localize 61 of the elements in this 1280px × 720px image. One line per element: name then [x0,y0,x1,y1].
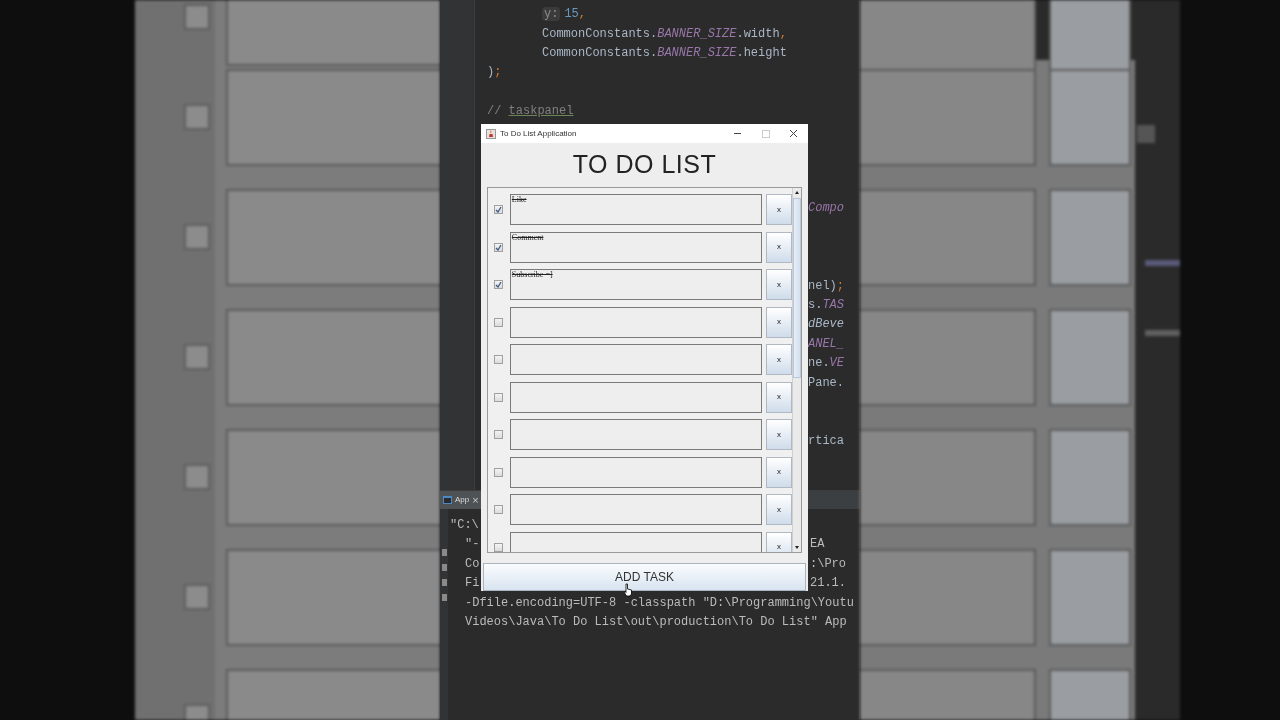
code-line: CommonConstants.BANNER_SIZE.width, [542,26,787,41]
delete-task-button[interactable]: x [766,494,792,525]
console-line: :\Pro [810,556,846,571]
console-line: Co [465,556,480,571]
delete-task-button[interactable]: x [766,231,792,263]
task-field[interactable]: Subscribe =] [509,269,763,300]
delete-task-button[interactable]: x [766,381,792,413]
delete-task-button[interactable]: x [766,306,792,338]
task-checkbox[interactable] [494,392,504,402]
console-line: 21.1. [810,576,846,591]
task-field[interactable]: Comment [509,231,763,263]
window-title: To Do List Application [500,127,577,140]
code-line: s.TAS [808,298,844,313]
code-line: dBeve [808,317,844,332]
code-line: nel); [808,278,844,293]
code-line: y: 15, [542,7,586,22]
console-line: Fi [465,576,480,591]
delete-task-button[interactable]: x [766,194,792,225]
code-line: Compo [808,201,844,216]
code-line: ANEL_ [808,336,844,351]
task-field[interactable] [509,494,763,525]
task-field[interactable] [509,419,763,450]
task-checkbox[interactable] [494,505,504,514]
console-line: -Dfile.encoding=UTF-8 -classpath "D:\Programming\Youtu [465,595,854,610]
task-checkbox[interactable] [494,430,504,439]
run-tab[interactable]: App × [440,491,482,509]
code-line: Pane. [808,375,844,390]
delete-task-button[interactable]: x [766,344,792,375]
code-line: ); [487,65,502,80]
console-line: EA [810,537,825,552]
task-field[interactable]: Like [509,194,763,225]
console-line: "- [465,537,480,552]
task-field[interactable] [509,306,763,338]
console-icon [443,496,452,504]
console-line: Videos\Java\To Do List\out\production\To Do List" App [465,614,847,629]
code-line: // taskpanel [487,104,574,119]
delete-task-button[interactable]: x [766,456,792,488]
java-cup-icon [486,128,496,139]
tab-close-icon[interactable]: × [472,494,479,506]
task-checkbox[interactable] [494,317,504,327]
app-heading: TO DO LIST [572,149,717,181]
delete-task-button[interactable]: x [766,419,792,450]
task-checkbox[interactable] [494,467,504,477]
task-checkbox[interactable] [494,280,504,289]
task-checkbox[interactable] [494,205,504,214]
task-checkbox[interactable] [494,242,504,252]
task-checkbox[interactable] [494,542,504,552]
scroll-thumb[interactable] [793,198,801,378]
task-checkbox[interactable] [494,355,504,364]
task-field[interactable] [509,381,763,413]
delete-task-button[interactable]: x [766,531,792,552]
task-field[interactable] [509,456,763,488]
code-line: ne.VE [808,356,844,371]
pointer-cursor-icon [623,583,633,597]
delete-task-button[interactable]: x [766,269,792,300]
console-line: "C:\ [450,518,479,532]
add-task-button[interactable]: ADD TASK [483,563,806,591]
scrollbar[interactable] [792,188,801,552]
task-field[interactable] [509,344,763,375]
code-line: rtica [808,433,844,448]
code-line: CommonConstants.BANNER_SIZE.height [542,45,787,60]
